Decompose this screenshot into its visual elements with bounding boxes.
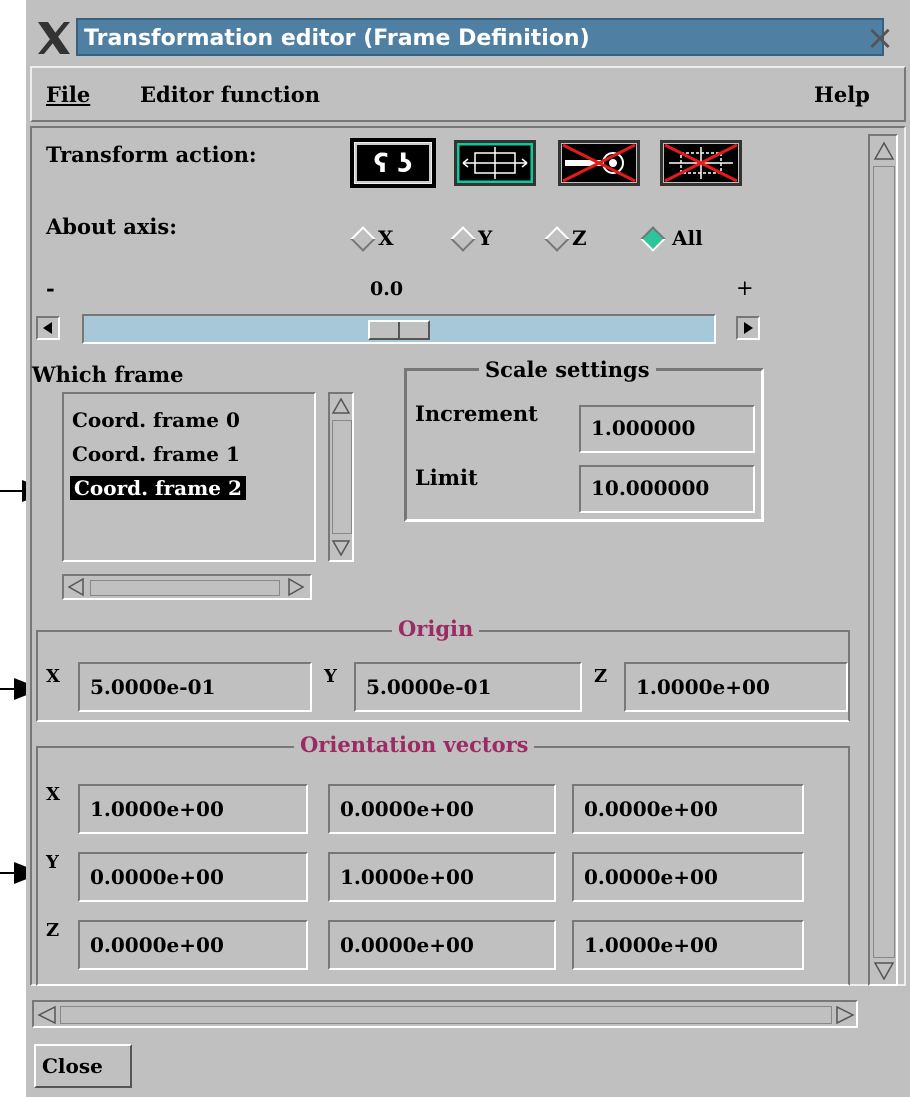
orientation-z-0-field[interactable]: 0.0000e+00 — [78, 920, 308, 970]
origin-x-field[interactable]: 5.0000e-01 — [78, 662, 312, 712]
slider-thumb[interactable] — [368, 320, 430, 340]
translate-icon — [456, 142, 534, 184]
origin-y-label: Y — [324, 666, 337, 687]
origin-y-field[interactable]: 5.0000e-01 — [354, 662, 582, 712]
increment-field[interactable]: 1.000000 — [579, 405, 755, 453]
triangle-up-icon[interactable] — [873, 140, 895, 162]
orientation-y-label: Y — [46, 852, 59, 873]
orientation-z-label: Z — [46, 920, 60, 941]
axis-radio-x[interactable]: X — [350, 224, 420, 252]
orientation-group: Orientation vectors X 1.0000e+00 0.0000e… — [36, 732, 850, 986]
triangle-down-icon[interactable] — [873, 960, 895, 982]
main-panel: Transform action: ʕ ʖ About axis: X Y Z … — [30, 126, 906, 986]
orientation-x-0-field[interactable]: 1.0000e+00 — [78, 784, 308, 834]
triangle-up-icon[interactable] — [331, 396, 351, 416]
orientation-y-1-field[interactable]: 1.0000e+00 — [328, 852, 556, 902]
svg-text:ʕ ʖ: ʕ ʖ — [374, 149, 413, 179]
translate-button[interactable] — [454, 140, 536, 186]
orientation-y-0-field[interactable]: 0.0000e+00 — [78, 852, 308, 902]
close-button[interactable]: Close — [34, 1044, 132, 1088]
axis-radio-y[interactable]: Y — [450, 224, 520, 252]
rotate-icon: ʕ ʖ — [355, 143, 431, 183]
scale-icon — [562, 143, 636, 183]
menu-bar: File Editor function Help — [30, 66, 906, 122]
transform-action-label: Transform action: — [46, 142, 257, 167]
frame-list[interactable]: Coord. frame 0 Coord. frame 1 Coord. fra… — [62, 392, 316, 562]
triangle-down-icon[interactable] — [331, 538, 351, 558]
origin-title: Origin — [392, 616, 480, 641]
triangle-right-icon[interactable] — [286, 577, 306, 597]
triangle-left-icon[interactable] — [66, 577, 86, 597]
orientation-z-1-field[interactable]: 0.0000e+00 — [328, 920, 556, 970]
menu-editor-function[interactable]: Editor function — [140, 82, 320, 107]
list-item[interactable]: Coord. frame 1 — [72, 442, 240, 466]
scale-all-icon — [664, 143, 738, 183]
transform-slider[interactable] — [36, 314, 762, 344]
orientation-title: Orientation vectors — [294, 732, 535, 757]
radio-diamond-icon — [350, 226, 376, 252]
main-vscroll[interactable] — [868, 134, 898, 986]
triangle-right-icon — [744, 322, 753, 334]
limit-label: Limit — [415, 465, 478, 490]
list-item[interactable]: Coord. frame 0 — [72, 408, 240, 432]
origin-group: Origin X 5.0000e-01 Y 5.0000e-01 Z 1.000… — [36, 616, 850, 722]
orientation-y-2-field[interactable]: 0.0000e+00 — [572, 852, 804, 902]
origin-z-label: Z — [594, 666, 608, 687]
scale-settings-group: Scale settings Increment 1.000000 Limit … — [404, 357, 764, 522]
scale-button[interactable] — [558, 140, 640, 186]
list-item-selected[interactable]: Coord. frame 2 — [70, 476, 246, 500]
menu-help[interactable]: Help — [814, 82, 870, 107]
origin-x-label: X — [46, 666, 60, 687]
slider-minus-label: - — [46, 276, 55, 301]
slider-right-arrow[interactable] — [736, 316, 760, 340]
slider-left-arrow[interactable] — [36, 316, 60, 340]
main-hscroll[interactable] — [32, 1000, 858, 1028]
triangle-left-icon — [43, 322, 52, 334]
orientation-x-label: X — [46, 784, 60, 805]
frame-list-vscroll[interactable] — [328, 392, 354, 562]
window-title: Transformation editor (Frame Definition) — [76, 18, 884, 56]
origin-z-field[interactable]: 1.0000e+00 — [624, 662, 848, 712]
increment-label: Increment — [415, 401, 538, 426]
axis-radio-z[interactable]: Z — [544, 224, 614, 252]
scale-settings-title: Scale settings — [479, 357, 656, 382]
triangle-left-icon[interactable] — [36, 1004, 58, 1026]
which-frame-label: Which frame — [32, 362, 184, 387]
rotate-button[interactable]: ʕ ʖ — [350, 138, 436, 188]
slider-trough[interactable] — [82, 314, 716, 344]
slider-value: 0.0 — [370, 278, 404, 300]
axis-radio-all[interactable]: All — [640, 224, 740, 252]
triangle-right-icon[interactable] — [834, 1004, 856, 1026]
orientation-x-1-field[interactable]: 0.0000e+00 — [328, 784, 556, 834]
close-icon[interactable]: × — [862, 21, 898, 56]
scale-all-button[interactable] — [660, 140, 742, 186]
x-window-icon[interactable] — [34, 18, 74, 58]
title-bar[interactable]: Transformation editor (Frame Definition)… — [28, 14, 908, 62]
radio-diamond-selected-icon — [640, 226, 666, 252]
orientation-z-2-field[interactable]: 1.0000e+00 — [572, 920, 804, 970]
slider-plus-label: + — [736, 276, 754, 300]
frame-list-hscroll[interactable] — [62, 574, 312, 600]
radio-diamond-icon — [544, 226, 570, 252]
orientation-x-2-field[interactable]: 0.0000e+00 — [572, 784, 804, 834]
limit-field[interactable]: 10.000000 — [579, 465, 755, 513]
radio-diamond-icon — [450, 226, 476, 252]
menu-file[interactable]: File — [46, 82, 90, 107]
about-axis-label: About axis: — [46, 214, 177, 239]
